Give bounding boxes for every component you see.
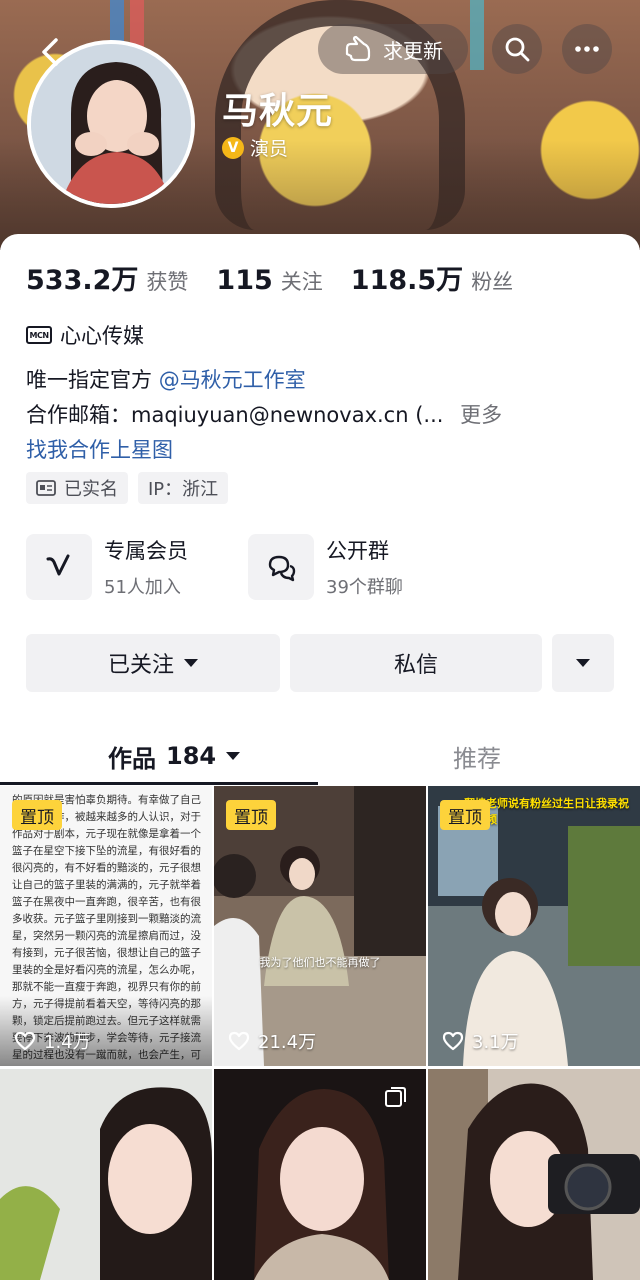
ip-tag-label: IP：浙江 [148,479,219,500]
request-update-button[interactable]: 求更新 [318,24,468,74]
video-tile[interactable] [0,1069,212,1280]
following-button[interactable]: 已关注 [26,634,280,692]
video-tile[interactable] [428,1069,640,1280]
stat-label: 粉丝 [471,270,514,294]
active-tab-indicator [0,782,318,785]
mcn-icon: MCN [26,326,52,344]
multi-image-icon [385,1087,406,1107]
stat-following[interactable]: 115 关注 [216,265,322,296]
mcn-label: 心心传媒 [60,324,144,348]
message-button[interactable]: 私信 [290,634,542,692]
more-actions-button[interactable] [552,634,614,692]
verified-tag-label: 已实名 [64,479,118,500]
membership-subtitle: 51人加入 [104,577,181,598]
verification-label: 演员 [250,138,289,160]
content-tabs: 作品 184 推荐 [0,732,640,788]
studio-mention-link[interactable]: @马秋元工作室 [159,368,306,392]
tab-recommend[interactable]: 推荐 [453,732,501,780]
ip-tag: IP：浙江 [138,472,229,504]
star-map-link[interactable]: 找我合作上星图 [26,434,173,464]
mcn-row[interactable]: MCN 心心传媒 [26,320,144,350]
search-button[interactable] [492,24,542,74]
bio-line-1: 唯一指定官方 @马秋元工作室 [26,364,306,394]
stat-value: 115 [216,265,273,296]
pinned-badge: 置顶 [12,800,62,830]
group-chat-entry[interactable]: 公开群 39个群聊 [248,534,403,600]
hand-point-icon [345,35,371,62]
video-caption: 我为了他们也不能再做了 [259,956,381,969]
message-label: 私信 [393,653,438,678]
request-update-label: 求更新 [383,38,443,63]
bio-line-2: 合作邮箱：maqiuyuan@newnovax.cn (... 更多 [26,399,502,429]
bio-text: 唯一指定官方 [26,368,152,392]
heart-icon [14,1031,36,1051]
stats-row: 533.2万 获赞 115 关注 118.5万 粉丝 [26,258,541,297]
verified-tag[interactable]: 已实名 [26,472,128,504]
video-tile[interactable] [214,1069,426,1280]
more-icon [575,46,599,52]
following-label: 已关注 [107,653,174,678]
stat-value: 533.2万 [26,265,139,296]
stat-label: 关注 [280,270,323,294]
heart-icon [228,1031,250,1051]
tab-works[interactable]: 作品 184 [108,732,241,780]
video-thumbnail [0,1069,212,1280]
video-thumbnail [428,1069,640,1280]
chevron-down-icon [184,659,198,667]
id-card-icon [36,480,56,496]
stat-likes[interactable]: 533.2万 获赞 [26,258,188,297]
membership-entry[interactable]: 专属会员 51人加入 [26,534,188,600]
like-count: 3.1万 [442,1028,519,1054]
tags-row: 已实名 IP：浙江 [26,472,238,504]
chevron-down-icon [576,659,590,667]
chat-bubbles-icon [268,555,296,582]
pinned-badge: 置顶 [440,800,490,830]
stat-value: 118.5万 [350,265,464,296]
verified-badge-icon: V [222,136,244,159]
stat-label: 获赞 [146,270,189,294]
back-icon [42,38,58,66]
tab-works-label: 作品 [108,744,156,773]
like-count: 21.4万 [228,1028,316,1054]
heart-icon [442,1031,464,1051]
video-tile[interactable]: 我为了他们也不能再做了 置顶 21.4万 [214,786,426,1066]
search-icon [505,37,530,62]
banner-decoration [470,0,484,70]
verification-row[interactable]: V 演员 [222,134,288,161]
more-button[interactable] [562,24,612,74]
like-count-value: 3.1万 [472,1032,519,1053]
v-membership-icon [46,554,70,576]
profile-name: 马秋元 [222,91,334,132]
group-chat-subtitle: 39个群聊 [326,577,403,598]
membership-title: 专属会员 [104,539,188,563]
stat-followers[interactable]: 118.5万 粉丝 [351,258,513,297]
tab-works-count: 184 [166,742,217,770]
chevron-down-icon [226,752,241,760]
video-tile[interactable]: 翻墙老师说有粉丝过生日让我录祝福视频 置顶 3.1万 [428,786,640,1066]
pinned-badge: 置顶 [226,800,276,830]
like-count: 1.4万 [14,1028,91,1054]
group-chat-title: 公开群 [326,539,389,563]
video-tile[interactable]: 的原因就是害怕辜负期待。有幸做了自己喜欢的工作，被越来越多的人认识，对于作品对于… [0,786,212,1066]
bio-more-link[interactable]: 更多 [460,403,502,427]
bio-email-text: 合作邮箱：maqiuyuan@newnovax.cn (... [26,403,444,427]
back-button[interactable] [30,32,70,72]
like-count-value: 21.4万 [258,1032,317,1053]
like-count-value: 1.4万 [44,1032,91,1053]
